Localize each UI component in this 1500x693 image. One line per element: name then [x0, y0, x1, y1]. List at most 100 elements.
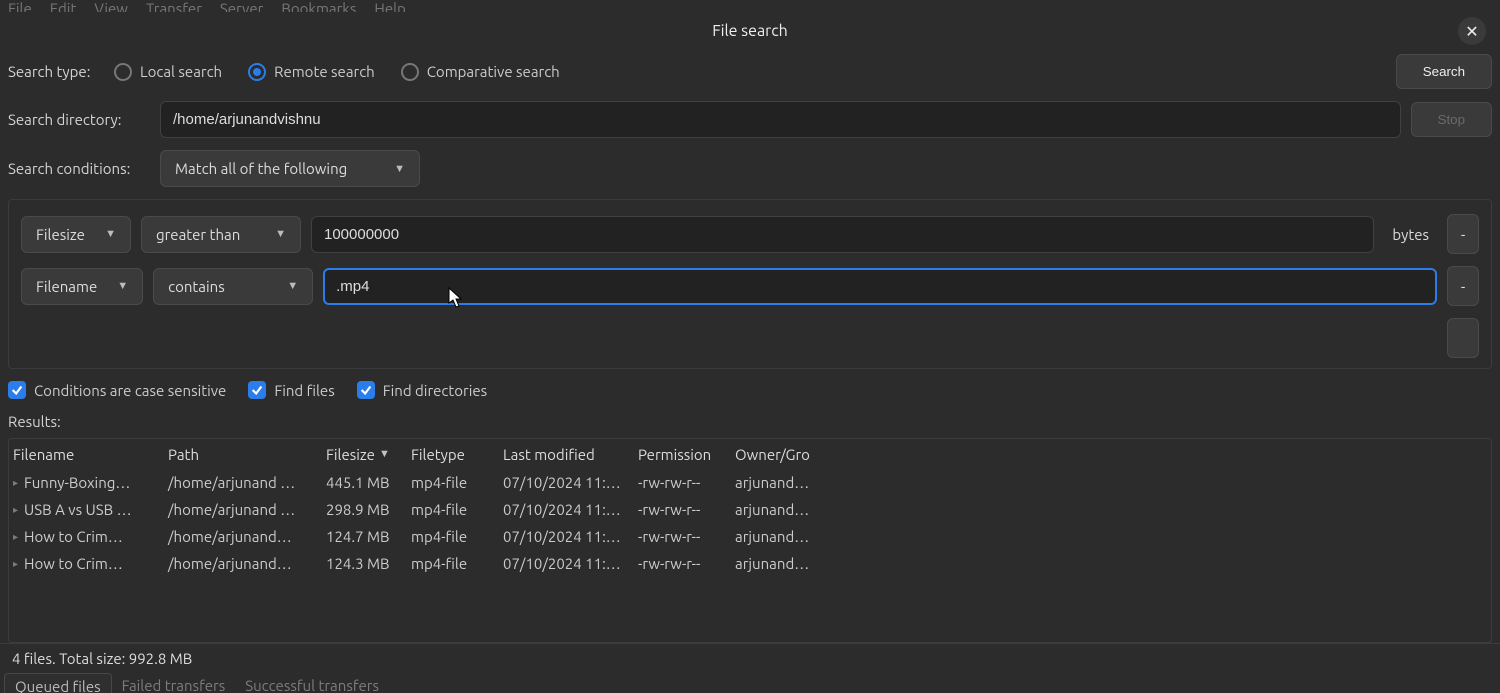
condition-field-select[interactable]: Filename ▼	[21, 268, 143, 305]
col-filename[interactable]: Filename	[9, 446, 164, 463]
search-button[interactable]: Search	[1396, 54, 1492, 89]
cell-filetype: mp4-file	[407, 501, 499, 518]
cell-path: /home/arjunand …	[164, 474, 322, 491]
results-table: Filename Path Filesize▼ Filetype Last mo…	[8, 438, 1492, 643]
table-header: Filename Path Filesize▼ Filetype Last mo…	[9, 439, 1491, 469]
chevron-down-icon: ▼	[117, 280, 128, 292]
condition-row-1: Filename ▼ contains ▼ -	[21, 266, 1479, 306]
search-directory-row: Search directory: Stop	[8, 101, 1492, 138]
cell-path: /home/arjunand …	[164, 501, 322, 518]
chevron-down-icon: ▼	[105, 228, 116, 240]
menu-item[interactable]: Help	[374, 0, 405, 12]
chevron-down-icon: ▼	[394, 163, 405, 175]
stop-button[interactable]: Stop	[1411, 102, 1492, 137]
condition-op-select[interactable]: contains ▼	[153, 268, 313, 305]
search-conditions-label: Search conditions:	[8, 160, 150, 177]
cell-owner: arjunand…	[731, 555, 841, 572]
checkbox-icon	[248, 381, 266, 399]
table-row[interactable]: ▸How to Crim…/home/arjunand…124.7 MBmp4-…	[9, 523, 1491, 550]
add-condition-button[interactable]	[1447, 318, 1479, 358]
menubar: File Edit View Transfer Server Bookmarks Help	[0, 0, 1500, 12]
bottom-tab[interactable]: Failed transfers	[112, 673, 236, 693]
cell-lastmod: 07/10/2024 11:…	[499, 474, 634, 491]
expand-icon: ▸	[13, 477, 18, 489]
col-filesize[interactable]: Filesize▼	[322, 446, 407, 463]
radio-icon	[114, 63, 132, 81]
cell-perms: -rw-rw-r--	[634, 501, 731, 518]
cell-lastmod: 07/10/2024 11:…	[499, 501, 634, 518]
dialog-title-text: File search	[712, 22, 788, 40]
conditions-box: Filesize ▼ greater than ▼ bytes - Filena…	[8, 199, 1492, 369]
condition-field-select[interactable]: Filesize ▼	[21, 216, 131, 253]
match-mode-value: Match all of the following	[175, 160, 347, 177]
checkbox-icon	[8, 381, 26, 399]
search-directory-input[interactable]	[160, 101, 1401, 138]
minus-icon: -	[1461, 226, 1465, 243]
radio-local-search[interactable]: Local search	[114, 63, 222, 81]
radio-comparative-search[interactable]: Comparative search	[401, 63, 560, 81]
bottom-tab[interactable]: Queued files	[4, 673, 112, 693]
checkbox-label: Find directories	[383, 382, 487, 399]
condition-op-select[interactable]: greater than ▼	[141, 216, 301, 253]
menu-item[interactable]: Server	[220, 0, 263, 12]
radio-label: Comparative search	[427, 63, 560, 80]
cell-filesize: 445.1 MB	[322, 474, 407, 491]
col-owner[interactable]: Owner/Gro	[731, 446, 841, 463]
expand-icon: ▸	[13, 558, 18, 570]
find-files-checkbox[interactable]: Find files	[248, 381, 334, 399]
find-directories-checkbox[interactable]: Find directories	[357, 381, 487, 399]
menu-item[interactable]: File	[8, 0, 32, 12]
condition-value-input[interactable]	[311, 216, 1374, 253]
table-row[interactable]: ▸How to Crim…/home/arjunand…124.3 MBmp4-…	[9, 550, 1491, 577]
condition-field-value: Filename	[36, 278, 97, 295]
sort-desc-icon: ▼	[379, 448, 390, 460]
minus-icon: -	[1461, 278, 1465, 295]
radio-remote-search[interactable]: Remote search	[248, 63, 375, 81]
dialog-close-button[interactable]: ✕	[1458, 17, 1486, 45]
cell-filetype: mp4-file	[407, 555, 499, 572]
table-row[interactable]: ▸Funny-Boxing…/home/arjunand …445.1 MBmp…	[9, 469, 1491, 496]
menu-item[interactable]: Edit	[50, 0, 77, 12]
condition-field-value: Filesize	[36, 226, 85, 243]
cell-filename: How to Crim…	[24, 555, 123, 572]
cell-owner: arjunand…	[731, 501, 841, 518]
col-lastmod[interactable]: Last modified	[499, 446, 634, 463]
menu-item[interactable]: View	[94, 0, 128, 12]
radio-icon	[401, 63, 419, 81]
col-filetype[interactable]: Filetype	[407, 446, 499, 463]
status-bar: 4 files. Total size: 992.8 MB	[0, 643, 1500, 673]
radio-icon	[248, 63, 266, 81]
table-body: ▸Funny-Boxing…/home/arjunand …445.1 MBmp…	[9, 469, 1491, 577]
cell-perms: -rw-rw-r--	[634, 528, 731, 545]
case-sensitive-checkbox[interactable]: Conditions are case sensitive	[8, 381, 226, 399]
results-label: Results:	[8, 413, 1492, 430]
condition-op-value: greater than	[156, 226, 240, 243]
cell-filesize: 124.7 MB	[322, 528, 407, 545]
bottom-tab[interactable]: Successful transfers	[235, 673, 389, 693]
dialog-titlebar: File search ✕	[0, 12, 1500, 50]
remove-condition-button[interactable]: -	[1447, 266, 1479, 306]
radio-label: Local search	[140, 63, 222, 80]
cell-path: /home/arjunand…	[164, 528, 322, 545]
cell-lastmod: 07/10/2024 11:…	[499, 555, 634, 572]
cell-owner: arjunand…	[731, 528, 841, 545]
status-text: 4 files. Total size: 992.8 MB	[12, 650, 192, 667]
table-row[interactable]: ▸USB A vs USB …/home/arjunand …298.9 MBm…	[9, 496, 1491, 523]
search-directory-label: Search directory:	[8, 111, 150, 128]
search-type-label: Search type:	[8, 63, 104, 80]
match-mode-select[interactable]: Match all of the following ▼	[160, 150, 420, 187]
chevron-down-icon: ▼	[275, 228, 286, 240]
col-path[interactable]: Path	[164, 446, 322, 463]
cell-filetype: mp4-file	[407, 474, 499, 491]
checkbox-icon	[357, 381, 375, 399]
col-permissions[interactable]: Permission	[634, 446, 731, 463]
radio-label: Remote search	[274, 63, 375, 80]
condition-op-value: contains	[168, 278, 225, 295]
cell-perms: -rw-rw-r--	[634, 555, 731, 572]
menu-item[interactable]: Transfer	[146, 0, 202, 12]
menu-item[interactable]: Bookmarks	[281, 0, 356, 12]
cell-filetype: mp4-file	[407, 528, 499, 545]
close-icon: ✕	[1465, 22, 1478, 41]
condition-value-input[interactable]	[323, 268, 1437, 305]
remove-condition-button[interactable]: -	[1447, 214, 1479, 254]
